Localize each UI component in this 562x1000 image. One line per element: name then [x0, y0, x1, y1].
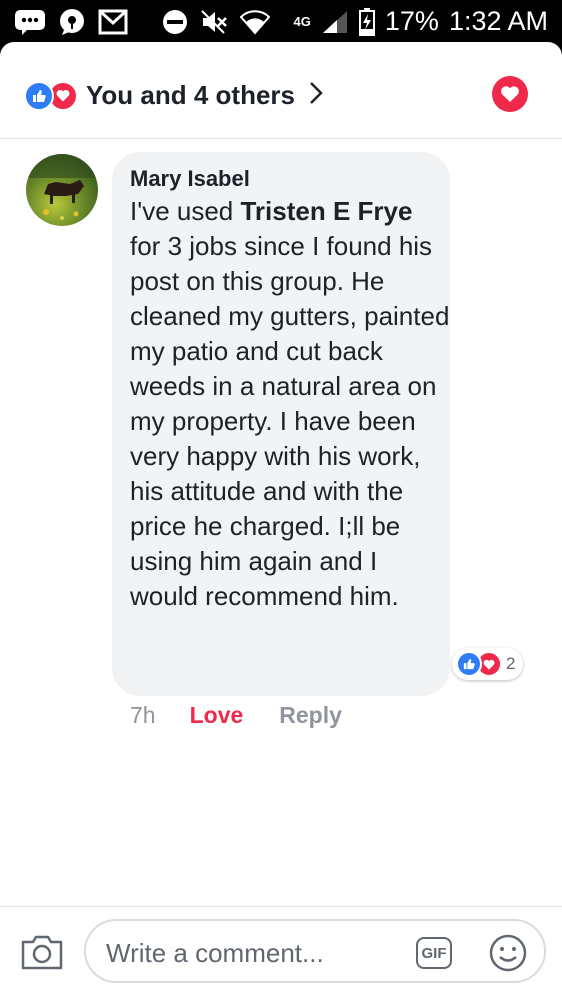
chat-icon: [58, 8, 86, 36]
comment-text-rest: for 3 jobs since I found his post on thi…: [130, 231, 450, 611]
reactions-summary-link[interactable]: You and 4 others: [24, 80, 323, 111]
comment-reactions-badge[interactable]: 2: [452, 648, 524, 680]
battery-charging-icon: [358, 7, 375, 36]
clock: 1:32 AM: [448, 6, 548, 36]
do-not-disturb-icon: [162, 9, 188, 35]
comment-actions: 7h Love Reply: [130, 702, 342, 729]
gif-icon[interactable]: GIF: [416, 937, 452, 969]
reaction-count: 2: [506, 654, 516, 673]
avatar[interactable]: [26, 154, 98, 226]
love-reaction-button-icon[interactable]: [492, 76, 528, 112]
chevron-right-icon: [309, 81, 323, 110]
mute-icon: [200, 9, 228, 35]
comment-timestamp: 7h: [130, 702, 156, 728]
comment-composer: Write a comment... GIF: [0, 906, 562, 1000]
signal-icon: [321, 9, 349, 35]
camera-icon[interactable]: [20, 933, 64, 971]
smiley-icon[interactable]: [488, 933, 528, 973]
status-bar: 4G 17% 1:32 AM: [0, 0, 562, 42]
mentioned-name[interactable]: Tristen E Frye: [240, 196, 412, 226]
reactions-summary-text: You and 4 others: [86, 80, 295, 110]
reply-button[interactable]: Reply: [279, 702, 342, 729]
like-icon: [456, 651, 482, 677]
comment-text-start: I've used: [130, 196, 241, 226]
gmail-icon: [98, 9, 128, 35]
love-button[interactable]: Love: [190, 702, 244, 729]
network-type-indicator: 4G: [293, 14, 311, 29]
comment-author[interactable]: Mary Isabel: [130, 166, 250, 192]
like-icon: [24, 80, 54, 111]
comment-input[interactable]: Write a comment... GIF: [84, 919, 546, 983]
messages-icon: [14, 9, 46, 35]
comment-sheet: You and 4 others Mary Isabel I've used T…: [0, 42, 562, 1000]
wifi-icon: [240, 9, 270, 35]
comment-bubble[interactable]: Mary Isabel I've used Tristen E Frye for…: [112, 152, 450, 696]
comment-input-placeholder: Write a comment...: [106, 938, 324, 968]
reactions-header: You and 4 others: [0, 42, 562, 139]
comment-text: I've used Tristen E Frye for 3 jobs sinc…: [130, 194, 450, 614]
battery-percentage: 17%: [384, 6, 439, 36]
